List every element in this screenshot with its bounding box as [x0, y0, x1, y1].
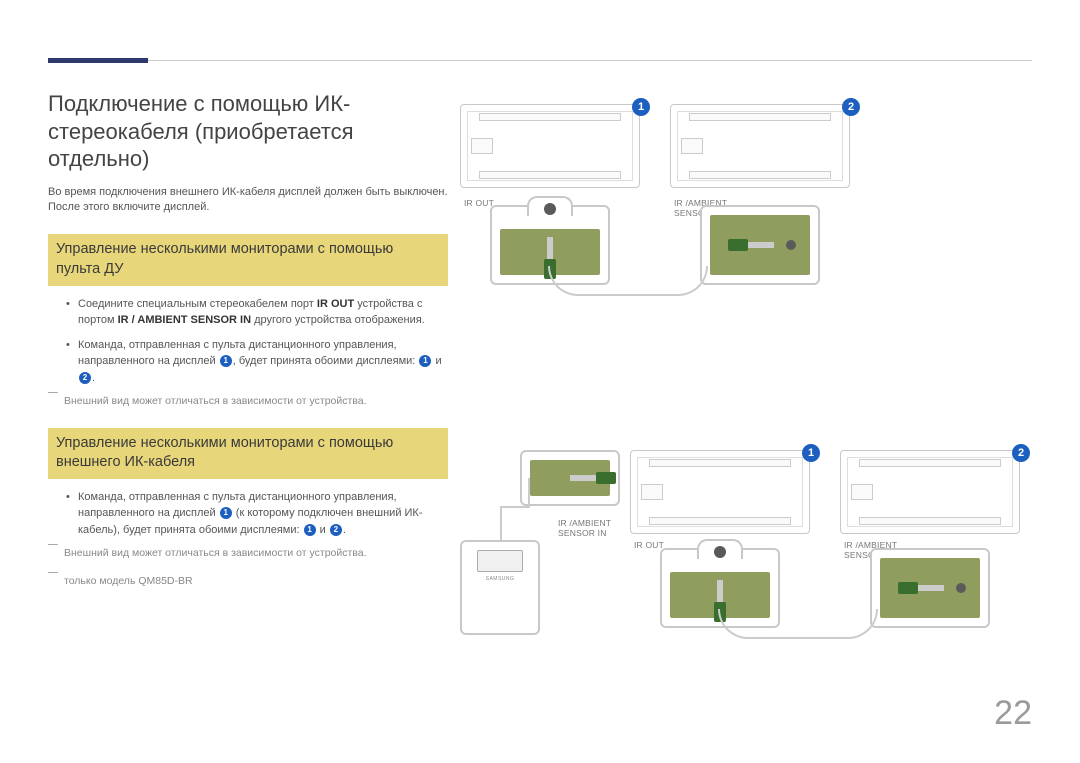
text: , будет принята обоими дисплеями:	[233, 355, 419, 367]
port-hole-icon	[786, 240, 796, 250]
port-hole-icon	[956, 583, 966, 593]
text: .	[343, 524, 346, 536]
brand-label: SAMSUNG	[462, 576, 538, 582]
section2-title: Управление несколькими мониторами с помо…	[48, 428, 448, 479]
section1-title: Управление несколькими мониторами с помо…	[48, 234, 448, 285]
monitor-rear-icon	[670, 104, 850, 188]
port-panel	[870, 548, 990, 628]
badge-1-icon: 1	[304, 524, 316, 536]
list-item: Соедините специальным стереокабелем порт…	[66, 296, 448, 329]
port-panel	[520, 450, 620, 506]
monitor-rear-icon	[630, 450, 810, 534]
section2-note2: только модель QM85D-BR	[48, 574, 448, 590]
cable-icon	[548, 266, 708, 296]
cable-icon	[500, 506, 530, 508]
header-accent	[48, 58, 148, 63]
external-ir-sensor-icon: SAMSUNG	[460, 540, 540, 635]
badge-2-icon: 2	[79, 372, 91, 384]
badge-1-icon: 1	[632, 98, 650, 116]
page-title: Подключение с помощью ИК-стереокабеля (п…	[48, 90, 448, 173]
badge-1-icon: 1	[802, 444, 820, 462]
cable-icon	[718, 609, 878, 639]
cable-icon	[500, 506, 502, 540]
badge-1-icon: 1	[220, 355, 232, 367]
label-ir-out: IR OUT	[464, 198, 494, 208]
text-column: Подключение с помощью ИК-стереокабеля (п…	[48, 90, 448, 602]
badge-1-icon: 1	[419, 355, 431, 367]
text: Соедините специальным стереокабелем порт	[78, 298, 317, 310]
text: и	[432, 355, 441, 367]
label-ir-ambient: IR /AMBIENT SENSOR IN	[558, 518, 618, 538]
badge-2-icon: 2	[1012, 444, 1030, 462]
label-ir-out: IR OUT	[634, 540, 664, 550]
text: и	[317, 524, 329, 536]
monitor-rear-icon	[840, 450, 1020, 534]
port-name: IR OUT	[317, 298, 354, 310]
header-rule	[48, 60, 1032, 61]
section2-list: Команда, отправленная с пульта дистанцио…	[66, 489, 448, 539]
port-name: IR / AMBIENT SENSOR IN	[118, 314, 251, 326]
page-number: 22	[994, 694, 1032, 733]
section1-note: Внешний вид может отличаться в зависимос…	[48, 394, 448, 410]
section1-list: Соедините специальным стереокабелем порт…	[66, 296, 448, 387]
intro-text: Во время подключения внешнего ИК-кабеля …	[48, 185, 448, 217]
monitor-rear-icon	[460, 104, 640, 188]
list-item: Команда, отправленная с пульта дистанцио…	[66, 337, 448, 387]
badge-1-icon: 1	[220, 507, 232, 519]
cable-icon	[528, 478, 530, 508]
list-item: Команда, отправленная с пульта дистанцио…	[66, 489, 448, 539]
section2-note1: Внешний вид может отличаться в зависимос…	[48, 546, 448, 562]
text: другого устройства отображения.	[251, 314, 425, 326]
text: .	[92, 372, 95, 384]
badge-2-icon: 2	[330, 524, 342, 536]
badge-2-icon: 2	[842, 98, 860, 116]
port-panel	[700, 205, 820, 285]
